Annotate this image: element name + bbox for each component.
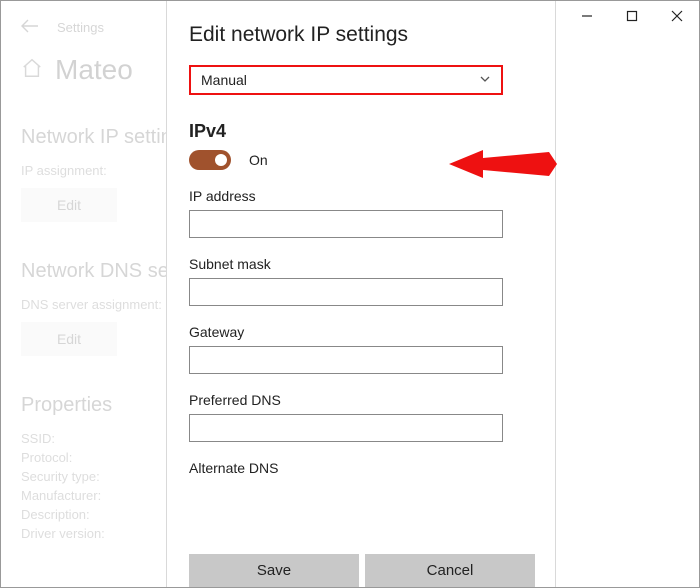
close-button[interactable] <box>654 1 699 31</box>
alternate-dns-label: Alternate DNS <box>189 460 533 476</box>
gateway-input[interactable] <box>189 346 503 374</box>
panel-title: Edit network IP settings <box>189 23 533 47</box>
subnet-mask-input[interactable] <box>189 278 503 306</box>
preferred-dns-input[interactable] <box>189 414 503 442</box>
toggle-knob <box>215 154 227 166</box>
annotation-arrow-icon <box>449 144 559 189</box>
chevron-down-icon <box>479 72 491 88</box>
window-title: Settings <box>57 20 104 35</box>
ip-address-label: IP address <box>189 188 533 204</box>
home-icon <box>21 54 43 86</box>
ip-mode-dropdown[interactable]: Manual <box>189 65 503 95</box>
maximize-button[interactable] <box>609 1 654 31</box>
ipv4-toggle[interactable] <box>189 150 231 170</box>
cancel-button[interactable]: Cancel <box>365 554 535 587</box>
ipv4-toggle-state: On <box>249 152 268 168</box>
edit-ip-panel: Edit network IP settings Manual IPv4 On … <box>166 1 556 587</box>
minimize-button[interactable] <box>564 1 609 31</box>
ipv4-header: IPv4 <box>189 121 533 142</box>
ip-address-input[interactable] <box>189 210 503 238</box>
subnet-mask-label: Subnet mask <box>189 256 533 272</box>
edit-dns-button[interactable]: Edit <box>21 322 117 356</box>
profile-name: Mateo <box>55 54 133 86</box>
save-button[interactable]: Save <box>189 554 359 587</box>
ip-mode-value: Manual <box>201 72 247 88</box>
preferred-dns-label: Preferred DNS <box>189 392 533 408</box>
edit-ip-button[interactable]: Edit <box>21 188 117 222</box>
gateway-label: Gateway <box>189 324 533 340</box>
back-icon[interactable] <box>21 19 39 36</box>
